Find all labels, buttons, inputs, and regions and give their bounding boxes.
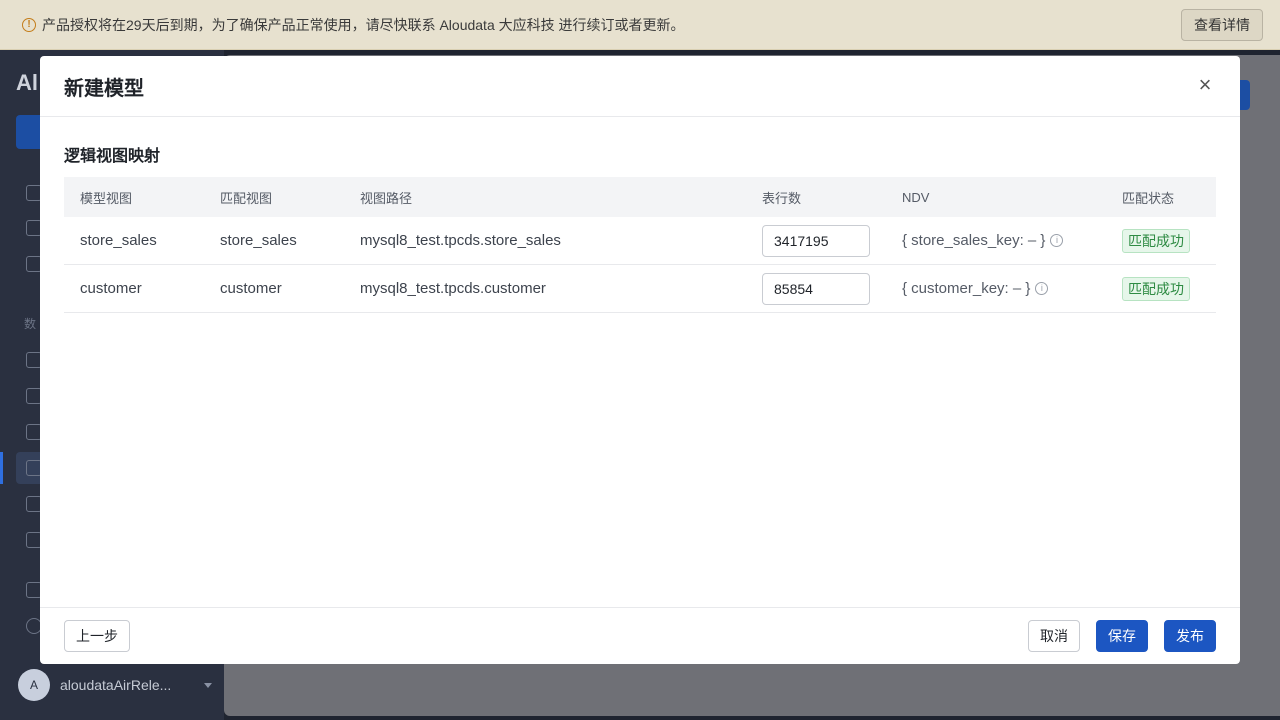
active-indicator — [0, 452, 3, 484]
view-path-cell: mysql8_test.tpcds.store_sales — [360, 232, 561, 249]
row-count-input[interactable] — [762, 272, 870, 305]
status-cell: 匹配成功 — [1106, 228, 1216, 253]
cancel-button[interactable]: 取消 — [1028, 620, 1080, 652]
dialog-header: 新建模型 × — [40, 56, 1240, 117]
table-row: customer customer mysql8_test.tpcds.cust… — [64, 265, 1216, 313]
app-logo: Al — [16, 70, 38, 95]
table-row: store_sales store_sales mysql8_test.tpcd… — [64, 217, 1216, 265]
column-header: NDV — [902, 189, 930, 205]
banner-message: 产品授权将在29天后到期，为了确保产品正常使用，请尽快联系 Aloudata 大… — [42, 16, 685, 33]
license-banner: ! 产品授权将在29天后到期，为了确保产品正常使用，请尽快联系 Aloudata… — [0, 0, 1280, 50]
view-mapping-table: 模型视图 匹配视图 视图路径 表行数 NDV 匹配状态 store_sales … — [64, 177, 1216, 313]
column-header: 匹配视图 — [220, 190, 273, 206]
save-button[interactable]: 保存 — [1096, 620, 1148, 652]
column-header: 表行数 — [762, 190, 802, 206]
sidebar-section-label: 数 — [24, 317, 37, 331]
match-view-cell: store_sales — [220, 232, 297, 249]
model-view-cell: store_sales — [80, 232, 157, 249]
status-badge: 匹配成功 — [1122, 276, 1190, 301]
dialog-footer: 上一步 取消 保存 发布 — [40, 607, 1240, 664]
ndv-cell: { customer_key: – } i — [886, 280, 1106, 297]
view-path-cell: mysql8_test.tpcds.customer — [360, 280, 546, 297]
column-header: 匹配状态 — [1122, 190, 1175, 206]
avatar: A — [18, 669, 50, 701]
dialog-title: 新建模型 — [64, 77, 144, 100]
ndv-value: { customer_key: – } — [902, 280, 1031, 297]
publish-button[interactable]: 发布 — [1164, 620, 1216, 652]
ndv-cell: { store_sales_key: – } i — [886, 232, 1106, 249]
row-count-input[interactable] — [762, 224, 870, 257]
column-header: 视图路径 — [360, 190, 413, 206]
user-name: aloudataAirRele... — [60, 677, 172, 693]
caret-down-icon — [204, 682, 212, 688]
match-view-cell: customer — [220, 280, 282, 297]
column-header: 模型视图 — [80, 190, 133, 206]
new-model-dialog: 新建模型 × 逻辑视图映射 模型视图 匹配视图 视图路径 表行数 NDV 匹配状… — [40, 56, 1240, 664]
view-details-button[interactable]: 查看详情 — [1181, 9, 1263, 41]
status-cell: 匹配成功 — [1106, 276, 1216, 301]
prev-step-button[interactable]: 上一步 — [64, 620, 130, 652]
close-icon[interactable]: × — [1194, 74, 1216, 97]
warning-icon: ! — [22, 17, 36, 32]
row-count-cell — [746, 272, 886, 305]
model-view-cell: customer — [80, 280, 142, 297]
section-title: 逻辑视图映射 — [64, 148, 161, 165]
table-header: 模型视图 匹配视图 视图路径 表行数 NDV 匹配状态 — [64, 177, 1216, 217]
ndv-value: { store_sales_key: – } — [902, 232, 1046, 249]
user-menu[interactable]: A aloudataAirRele... — [18, 669, 212, 701]
info-icon[interactable]: i — [1035, 282, 1049, 295]
status-badge: 匹配成功 — [1122, 228, 1190, 253]
info-icon[interactable]: i — [1050, 234, 1064, 247]
row-count-cell — [746, 224, 886, 257]
